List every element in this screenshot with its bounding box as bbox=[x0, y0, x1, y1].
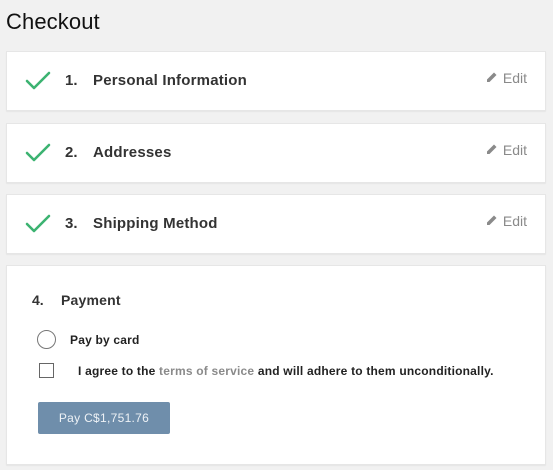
terms-agreement: I agree to the terms of service and will… bbox=[39, 363, 494, 378]
pay-button[interactable]: Pay C$1,751.76 bbox=[38, 402, 170, 434]
pay-by-card-option[interactable]: Pay by card bbox=[37, 330, 140, 349]
step-personal-information: 1. Personal Information Edit bbox=[6, 51, 546, 111]
pay-by-card-label: Pay by card bbox=[70, 332, 140, 347]
edit-label: Edit bbox=[502, 142, 527, 158]
page-title: Checkout bbox=[6, 9, 100, 34]
edit-personal-information-link[interactable]: Edit bbox=[486, 70, 527, 86]
terms-prefix: I agree to the bbox=[78, 363, 156, 378]
terms-label: I agree to the terms of service and will… bbox=[78, 364, 494, 378]
check-icon bbox=[25, 142, 51, 164]
check-icon bbox=[25, 70, 51, 92]
terms-checkbox[interactable] bbox=[39, 363, 54, 378]
step-number: 1. bbox=[65, 72, 78, 89]
edit-addresses-link[interactable]: Edit bbox=[486, 142, 527, 158]
pencil-icon bbox=[486, 70, 498, 86]
step-shipping-method: 3. Shipping Method Edit bbox=[6, 194, 546, 254]
pencil-icon bbox=[486, 142, 498, 158]
edit-label: Edit bbox=[502, 213, 527, 229]
step-title: Addresses bbox=[93, 144, 172, 161]
step-payment: 4. Payment Pay by card I agree to the te… bbox=[6, 265, 546, 465]
edit-shipping-method-link[interactable]: Edit bbox=[486, 213, 527, 229]
step-addresses: 2. Addresses Edit bbox=[6, 123, 546, 183]
pencil-icon bbox=[486, 213, 498, 229]
step-title: Personal Information bbox=[93, 72, 248, 89]
terms-suffix: and will adhere to them unconditionally. bbox=[257, 363, 494, 378]
edit-label: Edit bbox=[502, 70, 527, 86]
step-title: Shipping Method bbox=[93, 215, 218, 232]
check-icon bbox=[25, 213, 51, 235]
pay-by-card-radio[interactable] bbox=[37, 330, 56, 349]
step-number: 4. bbox=[32, 292, 44, 308]
step-number: 3. bbox=[65, 215, 78, 232]
step-title: Payment bbox=[61, 292, 121, 308]
terms-of-service-link[interactable]: terms of service bbox=[159, 364, 254, 378]
step-number: 2. bbox=[65, 144, 78, 161]
